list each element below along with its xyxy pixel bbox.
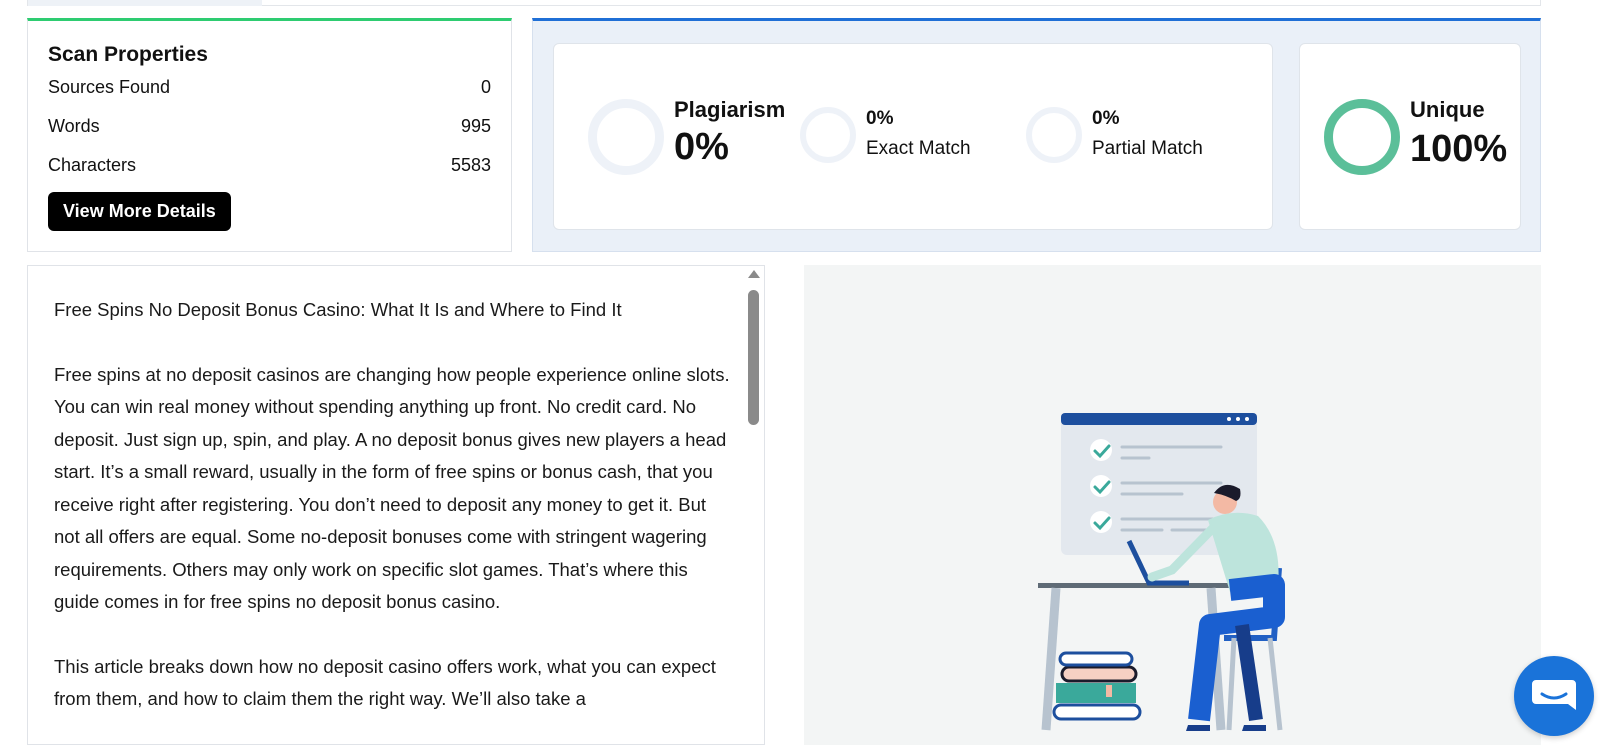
prop-value: 5583 <box>450 155 491 175</box>
prop-row-characters: Characters 5583 <box>48 155 491 194</box>
document-text-panel[interactable]: Free Spins No Deposit Bonus Casino: What… <box>27 265 765 745</box>
active-tab[interactable] <box>28 0 262 6</box>
unique-ring-icon <box>1324 99 1400 175</box>
scroll-thumb[interactable] <box>748 290 759 425</box>
partial-match-value: 0% <box>1092 108 1120 129</box>
unique-card: Unique 100% <box>1299 43 1521 230</box>
exact-match-value: 0% <box>866 108 894 129</box>
prop-value: 995 <box>460 116 491 136</box>
partial-match-label: Partial Match <box>1092 138 1203 159</box>
scan-properties-title: Scan Properties <box>48 43 208 66</box>
view-more-details-button[interactable]: View More Details <box>48 192 231 231</box>
document-paragraph: This article breaks down how no deposit … <box>54 655 716 710</box>
document-paragraph: Free spins at no deposit casinos are cha… <box>54 363 730 613</box>
document-heading: Free Spins No Deposit Bonus Casino: What… <box>54 299 622 320</box>
prop-label: Sources Found <box>48 77 171 97</box>
document-text: Free Spins No Deposit Bonus Casino: What… <box>54 294 734 744</box>
chat-bubble-icon <box>1532 680 1576 710</box>
prop-value: 0 <box>480 77 491 97</box>
exact-match-label: Exact Match <box>866 138 971 159</box>
plagiarism-ring-icon <box>588 99 664 175</box>
plagiarism-value: 0% <box>674 126 729 168</box>
plagiarism-card: Plagiarism 0% 0% Exact Match 0% Partial … <box>553 43 1273 230</box>
prop-label: Words <box>48 116 100 136</box>
chat-widget-button[interactable] <box>1514 656 1594 736</box>
partial-match-ring-icon <box>1026 107 1082 163</box>
top-tab-bar <box>27 0 1541 6</box>
unique-label: Unique <box>1410 97 1485 122</box>
prop-label: Characters <box>48 155 137 175</box>
scan-properties-card: Scan Properties Sources Found 0 Words 99… <box>27 18 512 252</box>
unique-value: 100% <box>1410 128 1508 170</box>
prop-row-words: Words 995 <box>48 116 491 155</box>
results-panel: Plagiarism 0% 0% Exact Match 0% Partial … <box>532 18 1541 252</box>
person-at-laptop-checklist-illustration <box>1038 413 1285 731</box>
prop-row-sources: Sources Found 0 <box>48 77 491 116</box>
scroll-up-arrow-icon[interactable] <box>748 270 760 278</box>
exact-match-ring-icon <box>800 107 856 163</box>
plagiarism-label: Plagiarism <box>674 97 786 122</box>
document-scrollbar[interactable] <box>744 266 764 744</box>
illustration-panel <box>804 265 1541 745</box>
